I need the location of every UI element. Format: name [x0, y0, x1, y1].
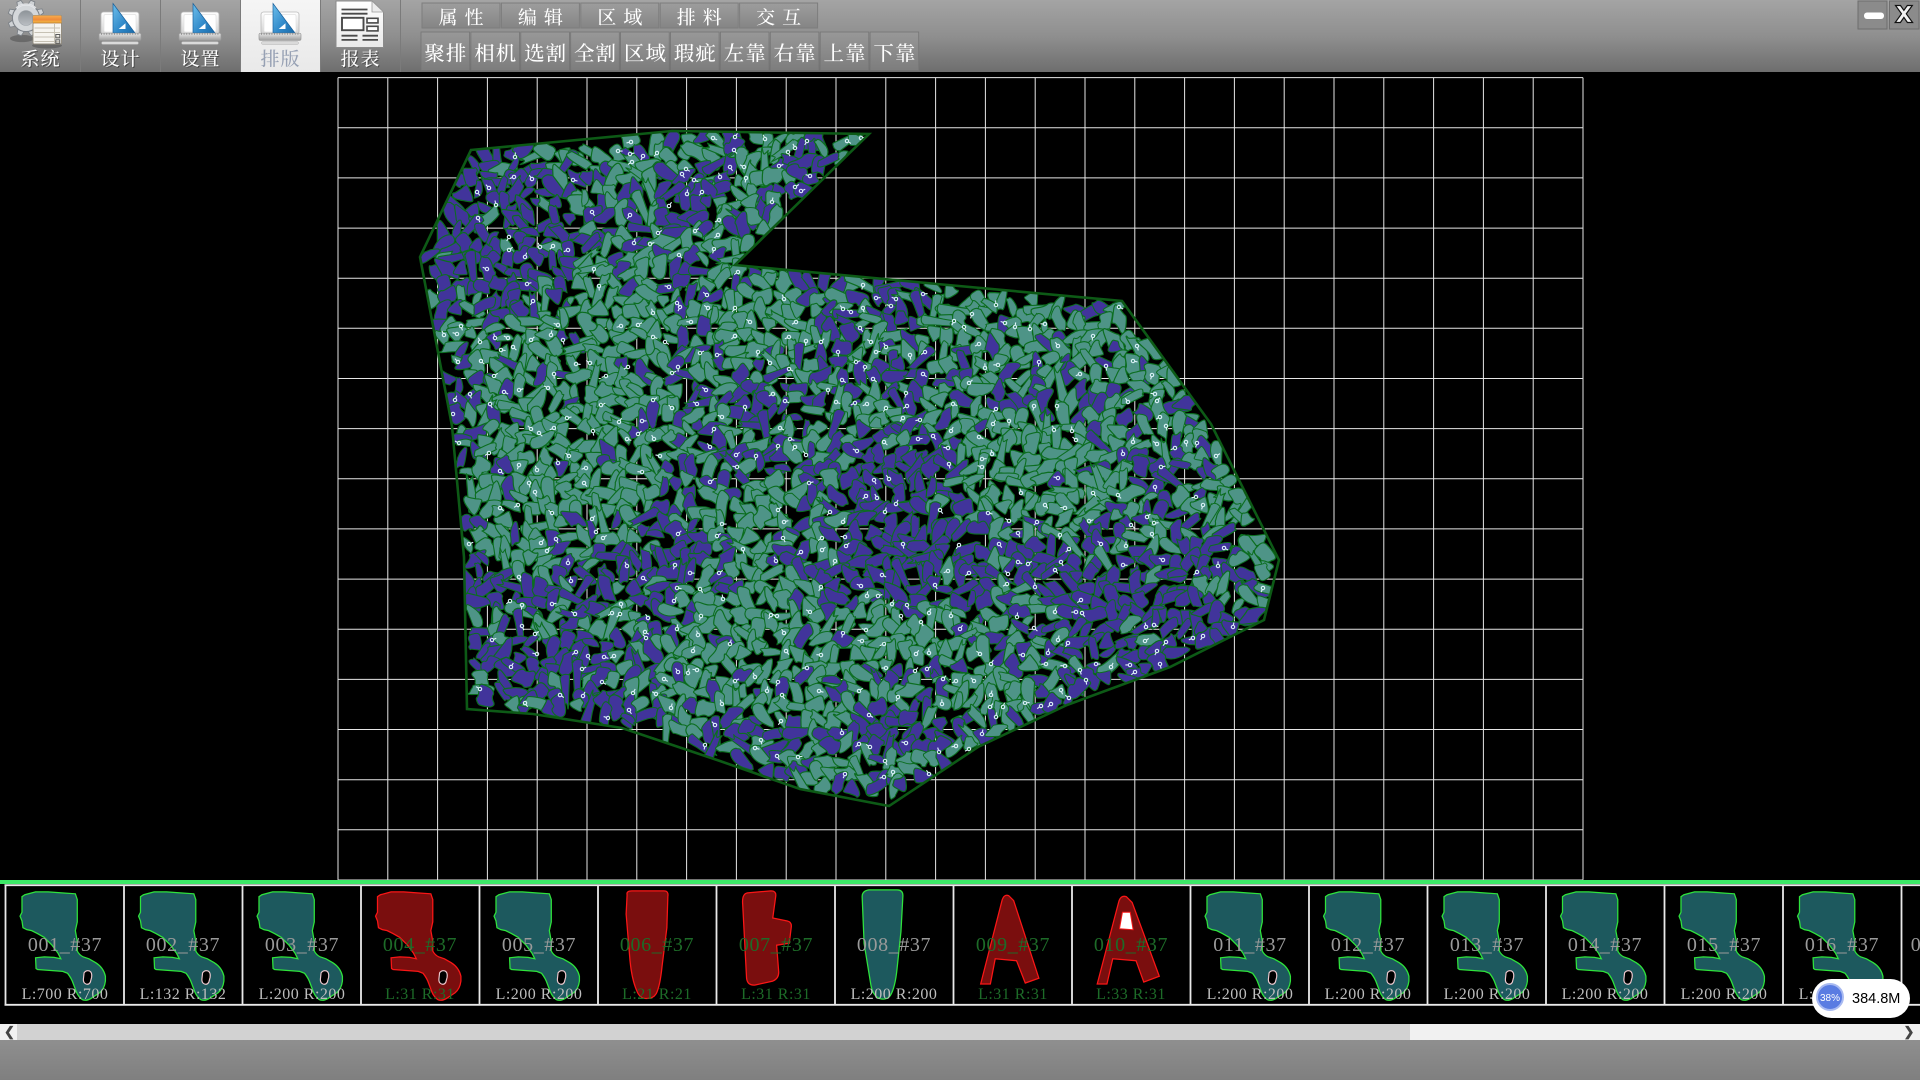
- svg-text:006_#37: 006_#37: [620, 934, 694, 956]
- svg-text:003_#37: 003_#37: [265, 934, 339, 956]
- svg-text:L:200 R:200: L:200 R:200: [496, 986, 583, 1003]
- svg-text:L:132 R:132: L:132 R:132: [140, 986, 227, 1003]
- svg-text:007_#37: 007_#37: [739, 934, 813, 956]
- svg-text:L:33 R:31: L:33 R:31: [1096, 986, 1166, 1003]
- svg-text:L:700 R:700: L:700 R:700: [22, 986, 109, 1003]
- svg-text:L:31 R:31: L:31 R:31: [385, 986, 455, 1003]
- svg-text:L:200 R:200: L:200 R:200: [1681, 986, 1768, 1003]
- svg-text:012_#37: 012_#37: [1331, 934, 1405, 956]
- svg-text:005_#37: 005_#37: [502, 934, 576, 956]
- svg-text:L:31 R:31: L:31 R:31: [978, 986, 1048, 1003]
- svg-text:016_#37: 016_#37: [1805, 934, 1879, 956]
- svg-text:L:200 R:200: L:200 R:200: [259, 986, 346, 1003]
- svg-text:013_#37: 013_#37: [1450, 934, 1524, 956]
- svg-text:010_#37: 010_#37: [1094, 934, 1168, 956]
- svg-text:L:200 R:200: L:200 R:200: [1325, 986, 1412, 1003]
- svg-text:L:200 R:200: L:200 R:200: [851, 986, 938, 1003]
- svg-text:L:21 R:21: L:21 R:21: [622, 986, 692, 1003]
- svg-text:009_#37: 009_#37: [976, 934, 1050, 956]
- svg-text:001_#37: 001_#37: [28, 934, 102, 956]
- svg-text:0: 0: [1911, 934, 1920, 956]
- svg-text:008_#37: 008_#37: [857, 934, 931, 956]
- svg-text:015_#37: 015_#37: [1687, 934, 1761, 956]
- svg-text:004_#37: 004_#37: [383, 934, 457, 956]
- svg-text:L:200 R:200: L:200 R:200: [1562, 986, 1649, 1003]
- svg-text:014_#37: 014_#37: [1568, 934, 1642, 956]
- svg-text:L:200 R:200: L:200 R:200: [1207, 986, 1294, 1003]
- svg-text:002_#37: 002_#37: [146, 934, 220, 956]
- svg-text:L:200 R:200: L:200 R:200: [1444, 986, 1531, 1003]
- svg-text:011_#37: 011_#37: [1213, 934, 1286, 956]
- svg-text:L:31 R:31: L:31 R:31: [741, 986, 811, 1003]
